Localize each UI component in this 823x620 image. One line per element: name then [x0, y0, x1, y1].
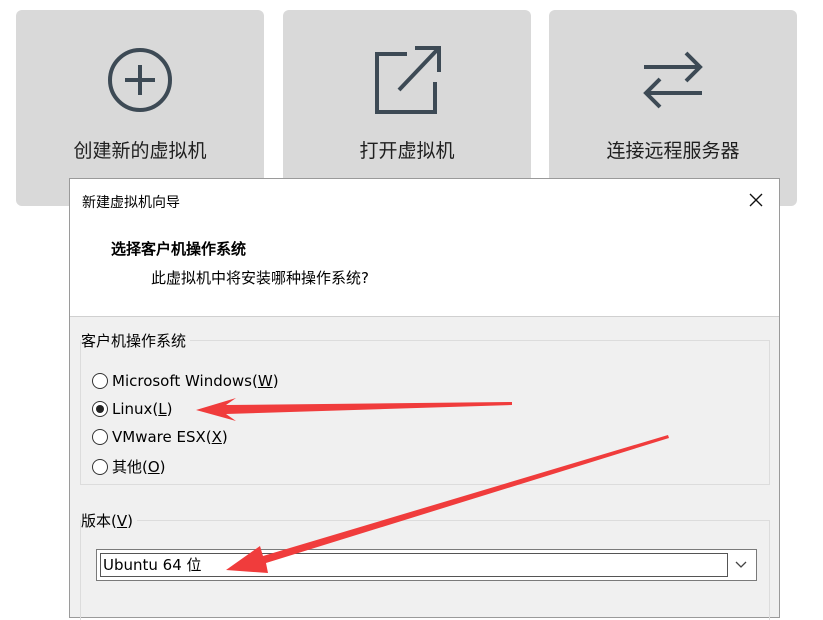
version-group: 版本(V) Ubuntu 64 位	[80, 510, 770, 620]
open-vm-label: 打开虚拟机	[359, 140, 455, 162]
guest-os-group: 客户机操作系统 Microsoft Windows(W) Linux(L) VM…	[80, 330, 770, 485]
create-new-vm-tile[interactable]: 创建新的虚拟机	[16, 10, 264, 206]
radio-vmware-esx[interactable]: VMware ESX(X)	[92, 428, 228, 446]
radio-other[interactable]: 其他(O)	[92, 456, 166, 477]
wizard-step-title: 选择客户机操作系统	[111, 240, 247, 258]
dialog-titlebar: 新建虚拟机向导	[70, 179, 779, 221]
radio-label-text: Microsoft Windows(	[112, 372, 258, 390]
close-icon	[749, 193, 763, 207]
radio-circle-checked[interactable]	[92, 401, 108, 417]
version-label-key: V	[116, 512, 128, 530]
radio-label-suffix: )	[272, 372, 279, 390]
radio-circle[interactable]	[92, 429, 108, 445]
guest-os-group-label: 客户机操作系统	[81, 330, 191, 351]
radio-circle[interactable]	[92, 458, 108, 475]
chevron-down-icon[interactable]	[726, 550, 756, 580]
connect-remote-server-label: 连接远程服务器	[606, 140, 740, 162]
wizard-step-subtitle: 此虚拟机中将安装哪种操作系统?	[151, 269, 369, 287]
version-label-text: 版本(	[81, 512, 117, 530]
open-vm-tile[interactable]: 打开虚拟机	[283, 10, 531, 206]
swap-arrows-icon	[633, 40, 713, 120]
radio-label-key: L	[158, 400, 167, 418]
plus-circle-icon	[100, 40, 180, 120]
connect-remote-server-tile[interactable]: 连接远程服务器	[549, 10, 797, 206]
radio-label-key: O	[147, 457, 160, 476]
radio-label-text: Linux(	[112, 400, 159, 418]
radio-label-suffix: )	[166, 400, 173, 418]
radio-label-text: 其他(	[112, 458, 148, 476]
version-group-label: 版本(V)	[81, 510, 137, 531]
radio-linux[interactable]: Linux(L)	[92, 400, 173, 418]
new-vm-wizard-dialog: 新建虚拟机向导 选择客户机操作系统 此虚拟机中将安装哪种操作系统? 客户机操作系…	[69, 178, 780, 620]
radio-label-text: VMware ESX(	[112, 428, 212, 446]
close-button[interactable]	[733, 179, 779, 221]
radio-label-key: X	[211, 428, 222, 446]
wizard-header: 选择客户机操作系统 此虚拟机中将安装哪种操作系统?	[70, 221, 779, 317]
radio-label-suffix: )	[221, 428, 228, 446]
radio-circle[interactable]	[92, 373, 108, 389]
radio-microsoft-windows[interactable]: Microsoft Windows(W)	[92, 372, 279, 390]
radio-label-suffix: )	[159, 457, 166, 476]
version-select[interactable]: Ubuntu 64 位	[96, 549, 757, 581]
dialog-title: 新建虚拟机向导	[82, 195, 180, 211]
radio-label-key: W	[257, 372, 273, 390]
create-new-vm-label: 创建新的虚拟机	[73, 140, 207, 162]
version-label-suffix: )	[127, 512, 133, 530]
open-external-icon	[367, 40, 447, 120]
version-select-value: Ubuntu 64 位	[100, 553, 728, 577]
